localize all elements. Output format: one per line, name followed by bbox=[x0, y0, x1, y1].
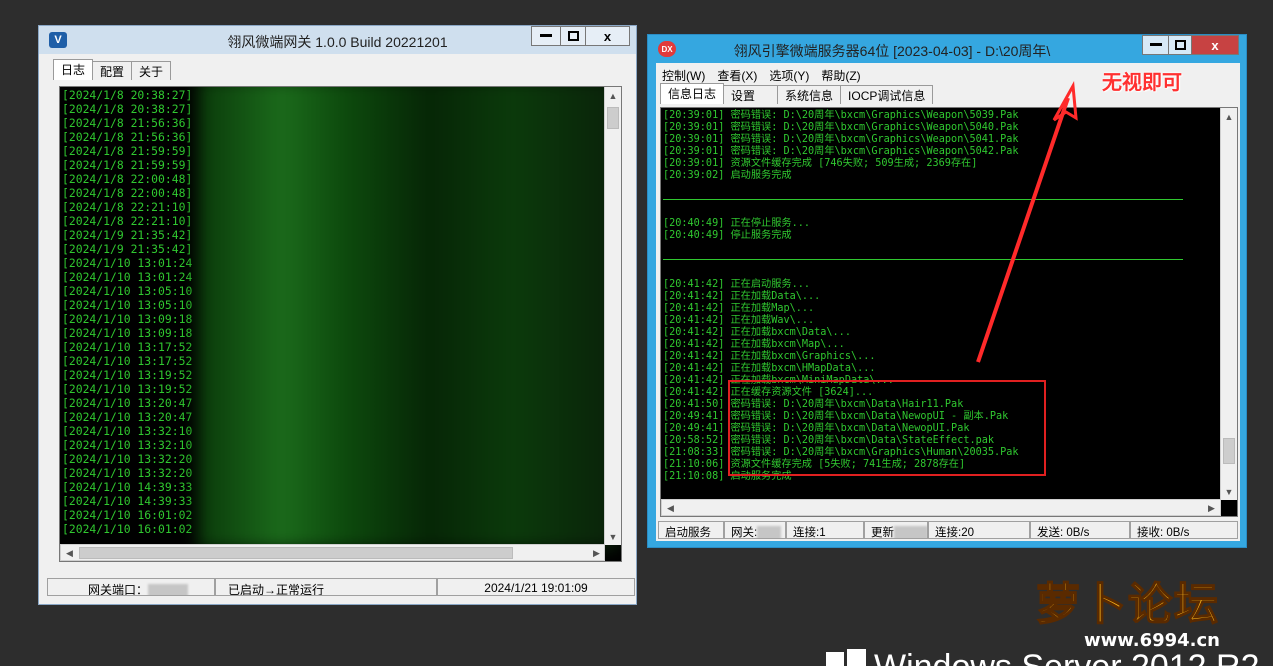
windows-server-logo: Windows Server 2012 R2 bbox=[826, 648, 1260, 666]
os-name: Windows Server 2012 R2 bbox=[874, 648, 1260, 666]
forum-watermark: 萝卜论坛 www.6994.cn bbox=[1022, 566, 1254, 658]
watermark-title: 萝卜论坛 bbox=[1035, 578, 1220, 631]
windows-logo-icon bbox=[826, 649, 866, 666]
